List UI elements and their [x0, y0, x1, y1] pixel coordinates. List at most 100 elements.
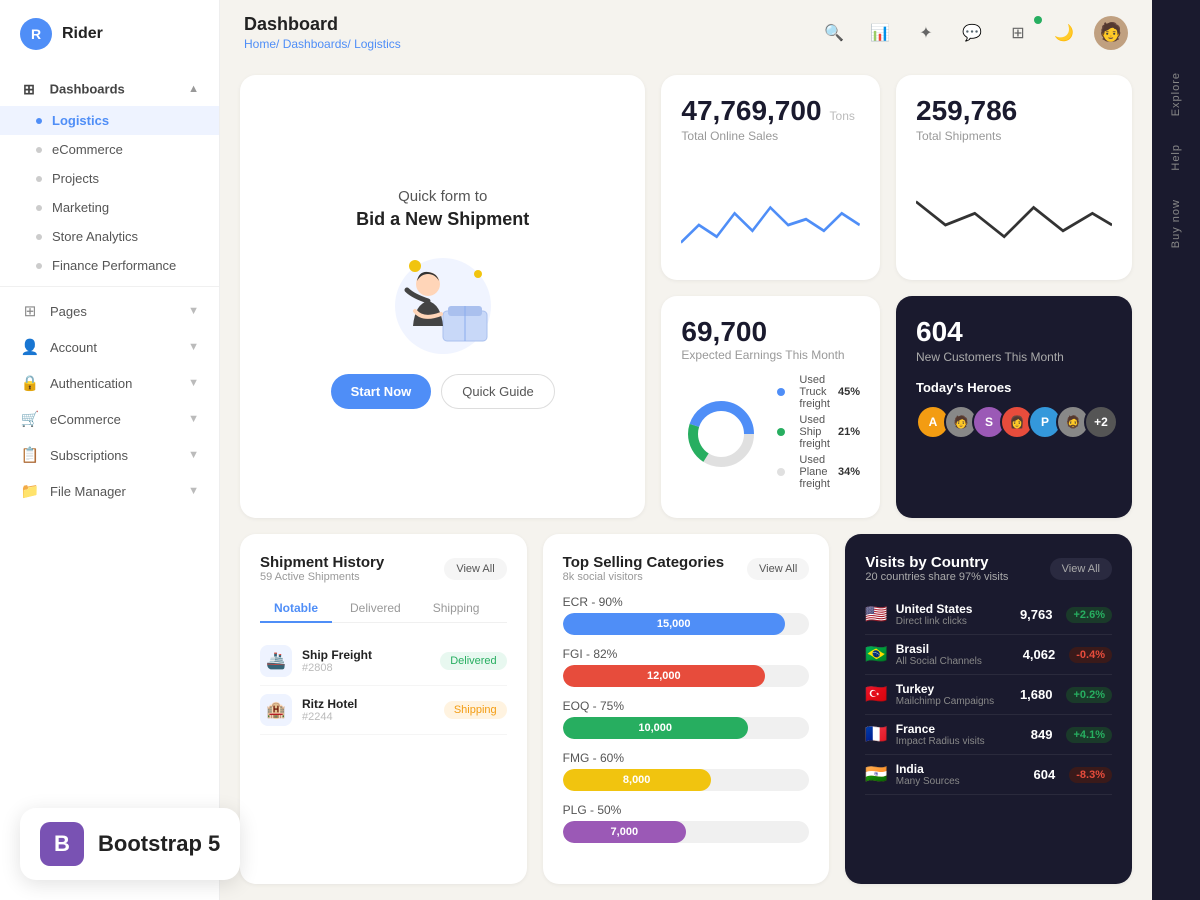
customers-label: New Customers This Month: [916, 350, 1112, 364]
settings-icon[interactable]: ✦: [910, 17, 942, 49]
nav-ecommerce[interactable]: 🛒 eCommerce ▼: [0, 401, 219, 437]
earnings-value: 69,700: [681, 316, 860, 348]
history-titles: Shipment History 59 Active Shipments: [260, 554, 384, 583]
sidebar-item-projects[interactable]: Projects: [0, 164, 219, 193]
ship-dot: [777, 428, 785, 436]
logo-icon: R: [20, 18, 52, 50]
nav-label-pages: Pages: [50, 304, 188, 319]
user-avatar[interactable]: 🧑: [1094, 16, 1128, 50]
heroes-card: 604 New Customers This Month Today's Her…: [896, 296, 1132, 519]
header-right: 🔍 📊 ✦ 💬 ⊞ 🌙 🧑: [818, 16, 1128, 50]
tab-shipping[interactable]: Shipping: [419, 595, 494, 623]
search-icon[interactable]: 🔍: [818, 17, 850, 49]
country-brasil-info: Brasil All Social Channels: [896, 642, 982, 667]
nav-account[interactable]: 👤 Account ▼: [0, 329, 219, 365]
start-now-button[interactable]: Start Now: [331, 374, 432, 409]
country-turkey-info: Turkey Mailchimp Campaigns: [896, 682, 994, 707]
sidebar-label-projects: Projects: [52, 171, 99, 186]
file-manager-icon: 📁: [20, 481, 40, 501]
flag-us: 🇺🇸: [865, 604, 887, 625]
bar-ecr: ECR - 90% 15,000: [563, 595, 810, 635]
header-left: Dashboard Home/ Dashboards/ Logistics: [244, 14, 401, 51]
bar-fmg: FMG - 60% 8,000: [563, 751, 810, 791]
account-chevron: ▼: [188, 341, 199, 353]
promo-card: Quick form to Bid a New Shipment: [240, 75, 645, 518]
country-india: 🇮🇳 India Many Sources 604 -8.3%: [865, 755, 1112, 795]
nav-authentication[interactable]: 🔒 Authentication ▼: [0, 365, 219, 401]
sidebar-item-marketing[interactable]: Marketing: [0, 193, 219, 222]
total-online-sales-card: 47,769,700 Tons Total Online Sales: [661, 75, 880, 280]
sidebar-item-logistics[interactable]: Logistics: [0, 106, 219, 135]
breadcrumb: Home/ Dashboards/ Logistics: [244, 37, 401, 51]
tab-notable[interactable]: Notable: [260, 595, 332, 623]
explore-label[interactable]: Explore: [1164, 60, 1188, 128]
logo[interactable]: R Rider: [0, 0, 219, 68]
country-us-info: United States Direct link clicks: [896, 602, 973, 627]
grid-icon[interactable]: ⊞: [1002, 17, 1034, 49]
promo-subtitle: Bid a New Shipment: [356, 209, 529, 230]
shipment-row-2: 🏨 Ritz Hotel #2244 Shipping: [260, 686, 507, 735]
messages-icon[interactable]: 💬: [956, 17, 988, 49]
ship-status-1: Delivered: [440, 652, 506, 670]
help-label[interactable]: Help: [1164, 132, 1188, 183]
donut-row: Used Truck freight 45% Used Ship freight…: [681, 374, 860, 494]
quick-guide-button[interactable]: Quick Guide: [441, 374, 555, 409]
bar-fgi: FGI - 82% 12,000: [563, 647, 810, 687]
country-turkey: 🇹🇷 Turkey Mailchimp Campaigns 1,680 +0.2…: [865, 675, 1112, 715]
selling-view-all[interactable]: View All: [747, 558, 809, 580]
ship-name-1: Ship Freight: [302, 648, 372, 662]
country-titles: Visits by Country 20 countries share 97%…: [865, 554, 1008, 583]
ship-name-2: Ritz Hotel: [302, 697, 357, 711]
hero-more: +2: [1084, 405, 1118, 439]
buy-now-label[interactable]: Buy now: [1164, 187, 1188, 260]
sales-unit: Tons: [830, 109, 855, 123]
country-view-all[interactable]: View All: [1050, 558, 1112, 580]
customers-value: 604: [916, 316, 1112, 348]
nav-label-account: Account: [50, 340, 188, 355]
dot-ecommerce: [36, 147, 42, 153]
dashboards-icon: ⊞: [20, 80, 38, 98]
bootstrap-icon: B: [40, 822, 84, 866]
subscriptions-chevron: ▼: [188, 449, 199, 461]
heroes-avatars: A 🧑 S 👩 P 🧔 +2: [916, 405, 1112, 439]
bar-plg: PLG - 50% 7,000: [563, 803, 810, 843]
sidebar-label-logistics: Logistics: [52, 113, 109, 128]
nav-subscriptions[interactable]: 📋 Subscriptions ▼: [0, 437, 219, 473]
analytics-icon[interactable]: 📊: [864, 17, 896, 49]
nav-label-subscriptions: Subscriptions: [50, 448, 188, 463]
nav-label-files: File Manager: [50, 484, 188, 499]
nav-file-manager[interactable]: 📁 File Manager ▼: [0, 473, 219, 509]
pages-chevron: ▼: [188, 305, 199, 317]
dot-finance: [36, 263, 42, 269]
flag-france: 🇫🇷: [865, 724, 887, 745]
theme-icon[interactable]: 🌙: [1048, 17, 1080, 49]
ecommerce-icon: 🛒: [20, 409, 40, 429]
sidebar-label-store: Store Analytics: [52, 229, 138, 244]
nav-pages[interactable]: ⊞ Pages ▼: [0, 293, 219, 329]
dot-projects: [36, 176, 42, 182]
selling-header: Top Selling Categories 8k social visitor…: [563, 554, 810, 583]
right-panel: Explore Help Buy now: [1152, 0, 1200, 900]
flag-turkey: 🇹🇷: [865, 684, 887, 705]
sidebar-item-store-analytics[interactable]: Store Analytics: [0, 222, 219, 251]
sidebar-item-ecommerce[interactable]: eCommerce: [0, 135, 219, 164]
country-brasil: 🇧🇷 Brasil All Social Channels 4,062 -0.4…: [865, 635, 1112, 675]
country-france: 🇫🇷 France Impact Radius visits 849 +4.1%: [865, 715, 1112, 755]
main-content: Dashboard Home/ Dashboards/ Logistics 🔍 …: [220, 0, 1152, 900]
selling-titles: Top Selling Categories 8k social visitor…: [563, 554, 724, 583]
promo-title: Quick form to: [398, 188, 487, 205]
selling-subtitle: 8k social visitors: [563, 571, 724, 583]
country-india-info: India Many Sources: [896, 762, 960, 787]
country-us: 🇺🇸 United States Direct link clicks 9,76…: [865, 595, 1112, 635]
sales-value: 47,769,700: [681, 95, 821, 127]
ship-info-1: Ship Freight #2808: [302, 648, 372, 674]
dot-store: [36, 234, 42, 240]
history-view-all[interactable]: View All: [444, 558, 506, 580]
sales-sparkline: [681, 155, 860, 260]
tab-delivered[interactable]: Delivered: [336, 595, 415, 623]
truck-dot: [777, 388, 785, 396]
top-selling-card: Top Selling Categories 8k social visitor…: [543, 534, 830, 884]
dashboards-group[interactable]: ⊞ Dashboards ▲: [0, 72, 219, 106]
country-card: Visits by Country 20 countries share 97%…: [845, 534, 1132, 884]
sidebar-item-finance[interactable]: Finance Performance: [0, 251, 219, 280]
